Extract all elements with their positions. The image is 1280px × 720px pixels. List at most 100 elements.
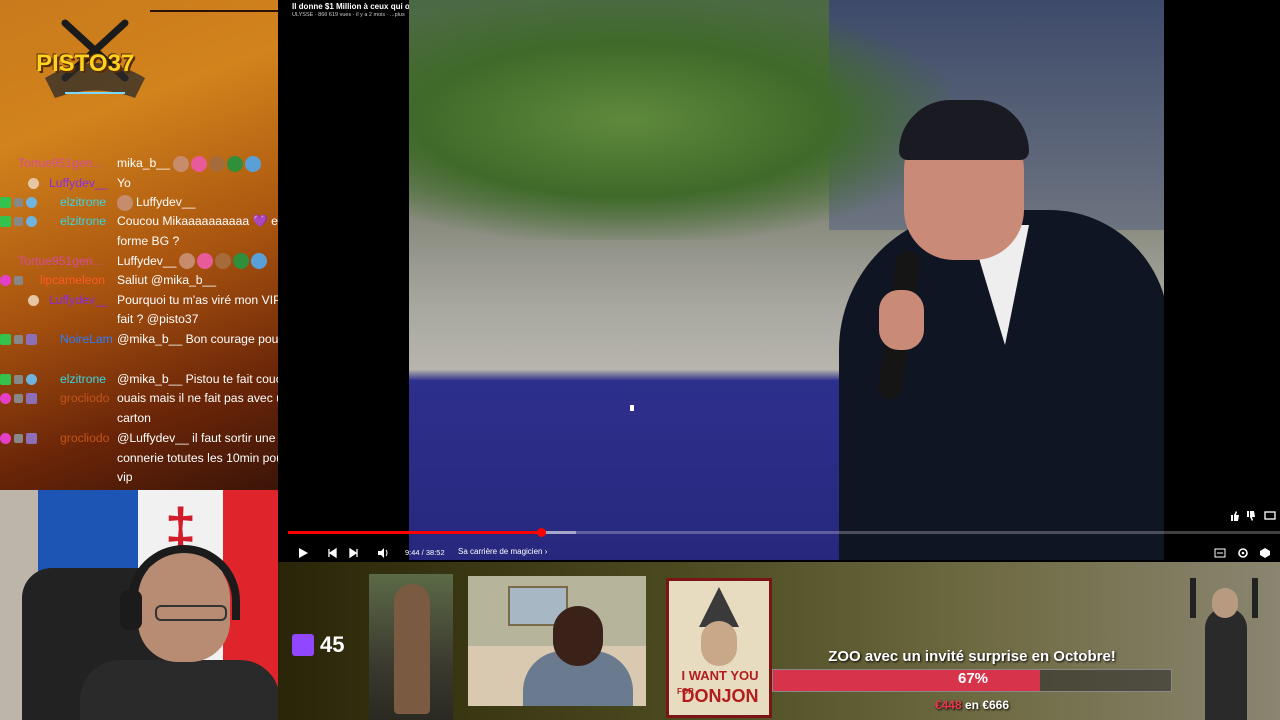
chat-badges xyxy=(0,330,37,349)
chapter-label: Sa carrière de magicien xyxy=(458,547,543,556)
video-plants xyxy=(409,0,949,240)
progress-scrubber[interactable] xyxy=(536,528,546,537)
gunman-body xyxy=(1205,608,1247,720)
goal-separator: en xyxy=(961,698,983,712)
cartoon-image xyxy=(468,576,646,706)
chat-text: Luffydev__ xyxy=(117,253,177,268)
chat-username[interactable]: NoireLame xyxy=(60,330,112,350)
chat-badges xyxy=(0,389,37,408)
chat-text: mika_b__ xyxy=(117,156,170,170)
chat-badges xyxy=(0,271,23,290)
next-icon[interactable] xyxy=(348,546,360,560)
video-meta: ULYSSE · 866 619 vues · il y a 2 mois · … xyxy=(292,12,405,18)
decorative-line xyxy=(150,10,280,12)
subtitles-icon[interactable] xyxy=(1214,547,1226,559)
chat-badge-blue-icon xyxy=(26,197,37,208)
goal-percent: 67% xyxy=(957,670,989,687)
poster-line1: I WANT YOU xyxy=(681,668,759,683)
chat-badge-grey-icon xyxy=(14,335,23,344)
gunman-image xyxy=(1190,578,1260,720)
chat-username[interactable]: grocliodo xyxy=(60,429,109,449)
chat-text: Luffydev__ xyxy=(136,195,196,209)
chat-username[interactable]: Luffydev__ xyxy=(49,291,108,311)
chat-username[interactable]: lipcameleon xyxy=(40,271,105,291)
chapter-button[interactable]: Sa carrière de magicien › xyxy=(458,547,547,556)
chat-badge-ghost-icon xyxy=(28,294,39,306)
goal-target: €666 xyxy=(982,698,1010,712)
settings-icon[interactable] xyxy=(1237,547,1249,559)
streamer-shirt xyxy=(80,660,278,720)
chat-badge-pink-icon xyxy=(0,275,11,286)
chat-emotes xyxy=(179,253,268,270)
emote-icon xyxy=(251,253,268,270)
emote-icon xyxy=(190,155,207,172)
glasses xyxy=(155,605,227,621)
goal-amount: €448 en €666 xyxy=(772,698,1172,712)
chat-badge-green-icon xyxy=(0,373,11,385)
chat-username[interactable]: grocliodo xyxy=(60,389,109,409)
chat-badge-pink-icon xyxy=(0,393,11,404)
goal-title: ZOO avec un invité surprise en Octobre! xyxy=(828,648,1116,665)
chat-badges xyxy=(0,370,37,389)
chat-username[interactable]: elzitrone xyxy=(60,370,106,390)
chat-badge-purple-icon xyxy=(26,433,37,444)
chat-badge-blue-icon xyxy=(26,216,37,227)
emote-icon xyxy=(215,253,232,270)
chat-text: ouais mais il ne fait pas avec un carton xyxy=(117,391,290,425)
chat-badge-purple-icon xyxy=(26,334,37,345)
chat-emotes xyxy=(117,194,133,211)
chat-badges xyxy=(0,212,37,231)
video-progress-bar[interactable] xyxy=(288,528,1280,537)
chat-text: @Luffydev__ il faut sortir une connerie … xyxy=(117,431,300,484)
video-time: 9:44 / 38:52 xyxy=(405,548,445,557)
previous-icon[interactable] xyxy=(326,546,338,560)
dislike-icon[interactable] xyxy=(1245,510,1257,522)
chat-username[interactable]: elzitrone xyxy=(60,212,106,232)
chat-username[interactable]: Tortue951gen... xyxy=(18,154,103,174)
fullscreen-icon[interactable] xyxy=(1259,547,1271,559)
progress-played xyxy=(288,531,541,534)
chat-badge-grey-icon xyxy=(14,217,23,226)
chat-badges xyxy=(28,291,39,310)
chat-text: Coucou Mikaaaaaaaaaa 💜 en forme BG ? xyxy=(117,214,285,248)
chat-panel: Tortue951gen... mika_b__ Luffydev__ Yo elzit… xyxy=(0,154,320,490)
video-player[interactable]: Il donne $1 Million à ceux qui ont (vrai… xyxy=(278,0,1280,562)
gunman-head xyxy=(1212,588,1238,618)
play-icon[interactable] xyxy=(296,546,310,560)
emote-icon xyxy=(117,194,133,211)
chat-emotes xyxy=(172,155,261,172)
like-icon[interactable] xyxy=(1229,510,1241,522)
mouse-cursor xyxy=(630,405,634,411)
comment-icon[interactable] xyxy=(1264,510,1276,522)
chat-badge-grey-icon xyxy=(14,394,23,403)
volume-icon[interactable] xyxy=(377,546,390,560)
chat-badge-purple-icon xyxy=(26,393,37,404)
chat-badge-pink-icon xyxy=(0,433,11,444)
cartoon-face xyxy=(553,606,603,666)
donjon-poster: I WANT YOU FOR DONJON xyxy=(666,578,772,718)
chat-badge-green-icon xyxy=(0,197,11,208)
goal-progress-bar: 67% xyxy=(772,669,1172,692)
chat-username[interactable]: Tortue951gen... xyxy=(18,252,103,272)
chat-username[interactable]: elzitrone xyxy=(60,193,106,213)
emote-icon xyxy=(233,253,250,270)
chat-badge-green-icon xyxy=(0,334,11,345)
chevron-right-icon: › xyxy=(544,547,548,556)
chat-badge-ghost-icon xyxy=(28,177,39,189)
emote-icon xyxy=(197,253,214,270)
goal-current: €448 xyxy=(934,698,962,712)
logo-text: PISTO37 xyxy=(36,50,135,77)
poster-line2: DONJON xyxy=(681,686,759,706)
video-frame[interactable] xyxy=(409,0,1164,560)
subscriber-count: 45 xyxy=(320,632,345,657)
chat-badges xyxy=(0,429,37,448)
chat-badges xyxy=(0,193,37,212)
chat-badge-green-icon xyxy=(0,216,11,227)
chat-username[interactable]: Luffydev__ xyxy=(49,174,108,194)
wizard-face xyxy=(701,621,737,666)
emote-icon xyxy=(172,155,189,172)
soldier-figure xyxy=(394,584,430,714)
chat-badge-grey-icon xyxy=(14,198,23,207)
chat-text: Saliut @mika_b__ xyxy=(117,273,217,287)
chat-badges xyxy=(28,174,39,193)
